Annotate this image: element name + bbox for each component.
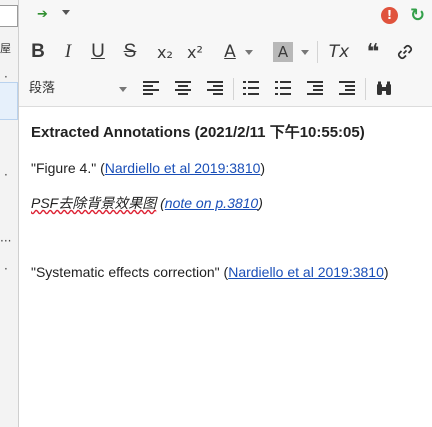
outdent-icon[interactable] xyxy=(307,81,323,96)
highlight-color-button[interactable]: A xyxy=(273,42,293,62)
paragraph-toolbar: 段落 xyxy=(19,72,432,107)
format-toolbar: B I U S x₂ x² A A Tx ❝ xyxy=(19,32,432,72)
annotation-paragraph: "Figure 4." (Nardiello et al 2019:3810) xyxy=(31,158,420,178)
clear-format-button[interactable]: Tx xyxy=(327,32,351,72)
chevron-down-icon[interactable] xyxy=(245,50,253,55)
empty-line xyxy=(31,228,420,262)
left-pane-strip: 屋 · · ··· · xyxy=(0,0,19,427)
find-button[interactable] xyxy=(373,72,395,106)
align-right-icon[interactable] xyxy=(207,81,223,96)
citation-link[interactable]: Nardiello et al 2019:3810 xyxy=(105,160,261,176)
annotation-paragraph: PSF去除背景效果图 (note on p.3810) xyxy=(31,193,420,213)
note-top-bar: ➔ ! ↻ xyxy=(19,0,432,32)
search-input-edge[interactable] xyxy=(0,5,18,27)
error-icon[interactable]: ! xyxy=(381,7,398,24)
selected-item-fragment[interactable] xyxy=(0,82,18,120)
annotation-quote: "Systematic effects correction" ( xyxy=(31,264,229,280)
text-color-button[interactable]: A xyxy=(219,32,241,72)
annotations-heading: Extracted Annotations (2021/2/11 下午10:55… xyxy=(31,124,365,141)
link-button[interactable] xyxy=(393,32,417,72)
indent-icon[interactable] xyxy=(339,81,355,96)
list-ellipsis: ··· xyxy=(0,234,12,248)
toolbar-divider xyxy=(365,78,366,100)
toolbar-divider xyxy=(233,78,234,100)
paragraph-format-value: 段落 xyxy=(29,81,56,96)
numbered-list-icon[interactable] xyxy=(275,81,291,96)
subscript-button[interactable]: x₂ xyxy=(153,32,177,72)
blockquote-button[interactable]: ❝ xyxy=(361,32,385,72)
list-bullet: · xyxy=(4,70,8,84)
list-bullet: · xyxy=(4,168,8,182)
annotation-quote: "Figure 4." ( xyxy=(31,160,105,176)
chevron-down-icon[interactable] xyxy=(301,50,309,55)
annotation-prefix: ( xyxy=(156,195,165,211)
link-icon xyxy=(397,44,413,60)
toolbar-divider xyxy=(317,41,318,63)
list-bullet: · xyxy=(4,262,8,276)
bold-button[interactable]: B xyxy=(27,32,49,72)
bullet-list-icon[interactable] xyxy=(243,81,259,96)
tab-fragment[interactable]: 屋 xyxy=(0,40,11,56)
note-editor[interactable]: Extracted Annotations (2021/2/11 下午10:55… xyxy=(19,107,432,427)
annotation-note-text: PSF去除背景效果图 xyxy=(31,195,157,211)
forward-arrow-icon[interactable]: ➔ xyxy=(37,8,51,22)
strikethrough-button[interactable]: S xyxy=(119,32,141,72)
annotation-paragraph: "Systematic effects correction" (Nardiel… xyxy=(31,262,420,282)
paragraph-format-select[interactable]: 段落 xyxy=(25,76,131,102)
italic-button[interactable]: I xyxy=(57,32,79,72)
chevron-down-icon xyxy=(119,87,127,92)
sync-icon[interactable]: ↻ xyxy=(408,6,427,25)
underline-button[interactable]: U xyxy=(87,32,109,72)
align-center-icon[interactable] xyxy=(175,81,191,96)
annotation-suffix: ) xyxy=(260,160,266,176)
binoculars-icon xyxy=(377,81,391,95)
citation-link[interactable]: Nardiello et al 2019:3810 xyxy=(228,264,384,280)
annotation-suffix: ) xyxy=(258,195,263,211)
superscript-button[interactable]: x² xyxy=(183,32,207,72)
align-left-icon[interactable] xyxy=(143,81,159,96)
note-link[interactable]: note on p.3810 xyxy=(165,195,258,211)
annotation-suffix: ) xyxy=(383,264,389,280)
chevron-down-icon[interactable] xyxy=(62,10,70,15)
